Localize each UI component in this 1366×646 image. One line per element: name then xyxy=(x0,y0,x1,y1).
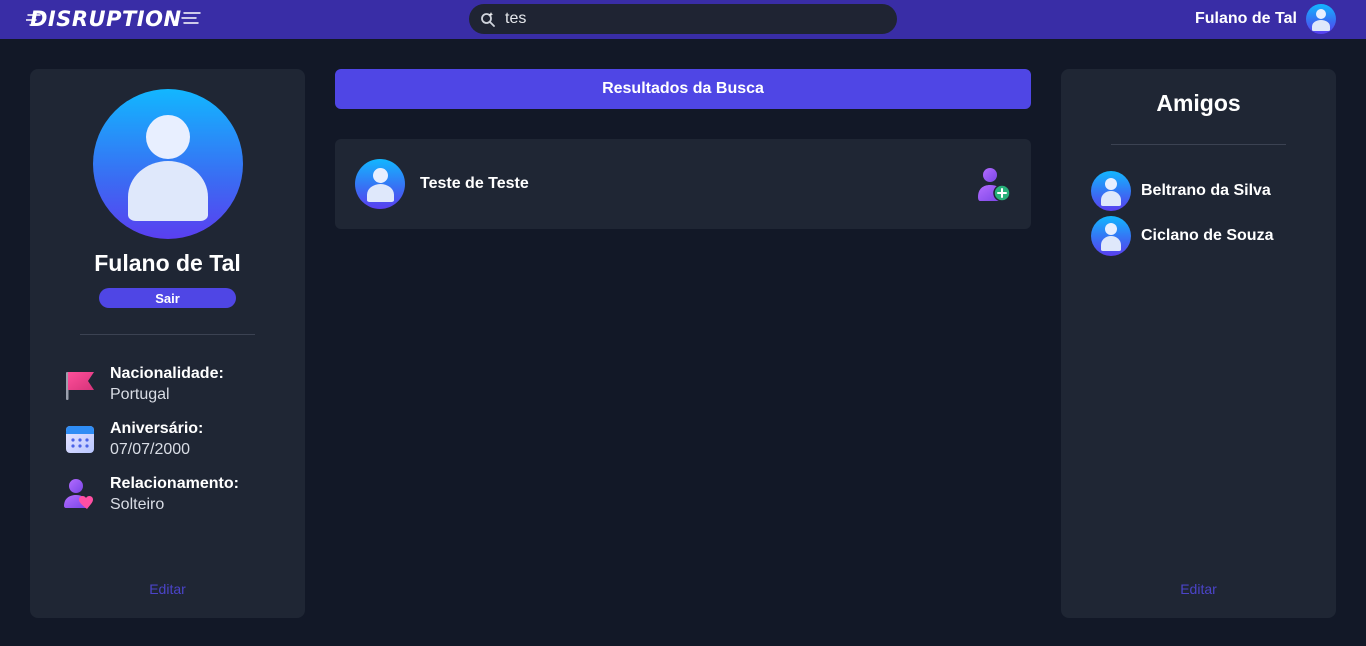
friends-title: Amigos xyxy=(1156,90,1241,116)
info-relationship: Relacionamento: Solteiro xyxy=(60,474,239,515)
profile-avatar xyxy=(93,89,243,239)
result-name[interactable]: Teste de Teste xyxy=(420,175,529,193)
result-avatar[interactable] xyxy=(355,159,405,209)
top-bar: DISRUPTION Fulano de Tal xyxy=(0,0,1366,39)
profile-panel: Fulano de Tal Sair Nacionalidade: Portug… xyxy=(30,69,305,618)
search-icon xyxy=(479,10,497,28)
friend-name[interactable]: Beltrano da Silva xyxy=(1141,182,1271,200)
search-bar[interactable] xyxy=(469,4,897,34)
info-label: Nacionalidade: xyxy=(110,365,224,382)
divider xyxy=(80,334,255,335)
logo-text: DISRUPTION xyxy=(30,7,182,31)
header-user-name[interactable]: Fulano de Tal xyxy=(1195,10,1297,28)
info-label: Relacionamento: xyxy=(110,475,239,492)
info-birthday: Aniversário: 07/07/2000 xyxy=(60,419,203,460)
search-input[interactable] xyxy=(505,7,885,31)
info-nationality: Nacionalidade: Portugal xyxy=(60,364,224,405)
logo[interactable]: DISRUPTION xyxy=(26,6,201,32)
flag-icon xyxy=(60,364,100,404)
search-results-header: Resultados da Busca xyxy=(335,69,1031,109)
friend-item[interactable]: Beltrano da Silva xyxy=(1091,171,1271,211)
edit-profile-link[interactable]: Editar xyxy=(30,581,305,597)
logout-button[interactable]: Sair xyxy=(99,288,236,308)
friend-item[interactable]: Ciclano de Souza xyxy=(1091,216,1273,256)
divider xyxy=(1111,144,1286,145)
heart-user-icon xyxy=(60,474,100,514)
add-friend-icon[interactable] xyxy=(972,164,1012,204)
friend-avatar[interactable] xyxy=(1091,171,1131,211)
info-value: Portugal xyxy=(110,386,170,403)
profile-name: Fulano de Tal xyxy=(94,250,241,276)
calendar-icon xyxy=(60,419,100,459)
info-value: Solteiro xyxy=(110,496,165,513)
friend-avatar[interactable] xyxy=(1091,216,1131,256)
friends-panel: Amigos Beltrano da Silva Ciclano de Souz… xyxy=(1061,69,1336,618)
header-avatar[interactable] xyxy=(1306,4,1336,34)
friend-name[interactable]: Ciclano de Souza xyxy=(1141,227,1273,245)
search-result-card[interactable]: Teste de Teste xyxy=(335,139,1031,229)
info-value: 07/07/2000 xyxy=(110,441,191,458)
info-label: Aniversário: xyxy=(110,420,204,437)
edit-friends-link[interactable]: Editar xyxy=(1061,581,1336,597)
